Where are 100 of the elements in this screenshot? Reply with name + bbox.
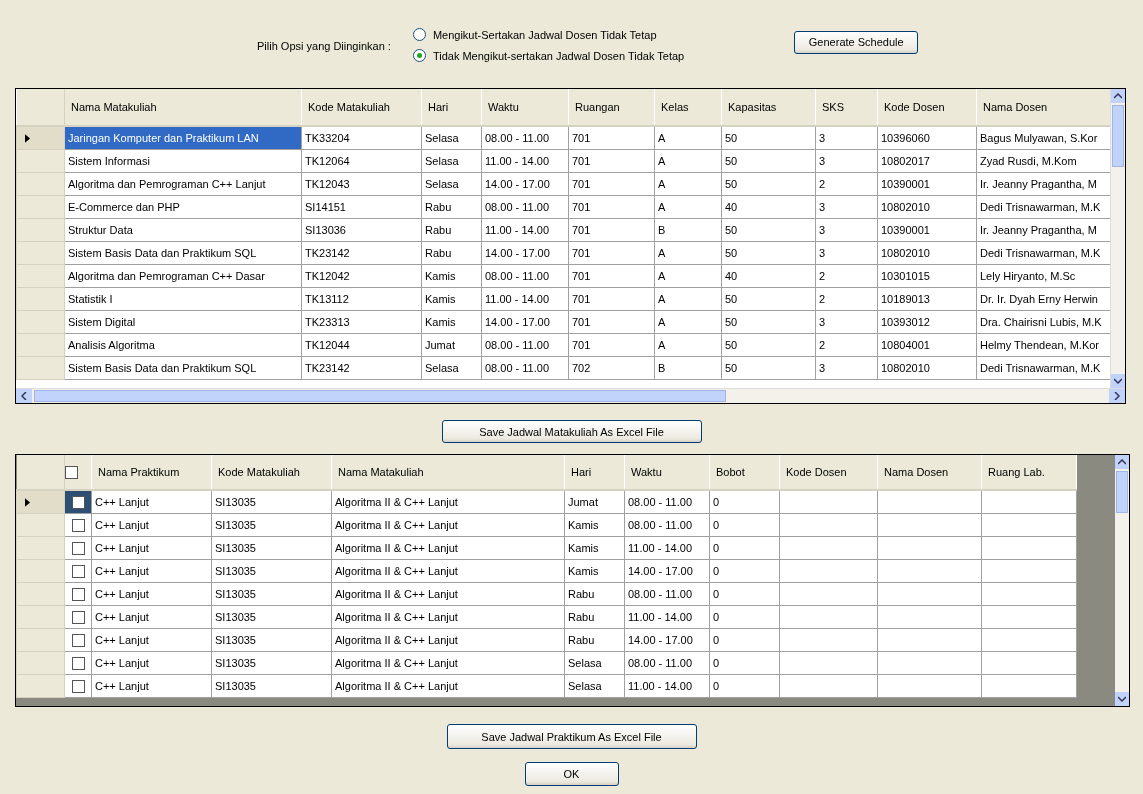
radio-label[interactable]: Mengikut-Sertakan Jadwal Dosen Tidak Tetap bbox=[432, 28, 657, 41]
column-header[interactable]: Kapasitas bbox=[721, 89, 816, 126]
generate-schedule-button[interactable]: Generate Schedule bbox=[794, 30, 919, 54]
column-header[interactable]: Nama Dosen bbox=[976, 89, 1110, 126]
checkbox[interactable] bbox=[71, 656, 85, 670]
checkbox[interactable] bbox=[71, 518, 85, 532]
table-cell: C++ Lanjut bbox=[91, 513, 212, 537]
row-header[interactable] bbox=[16, 172, 65, 196]
scroll-up-icon[interactable] bbox=[1118, 459, 1126, 465]
save-practicum-schedule-button[interactable]: Save Jadwal Praktikum As Excel File bbox=[446, 724, 697, 749]
scroll-right-icon[interactable] bbox=[1114, 392, 1120, 400]
table-cell: TK12043 bbox=[301, 172, 422, 196]
table-cell: Dedi Trisnawarman, M.K bbox=[976, 195, 1110, 219]
table-cell: Dedi Trisnawarman, M.K bbox=[976, 356, 1110, 380]
column-header[interactable]: Kode Matakuliah bbox=[211, 455, 332, 490]
row-header[interactable] bbox=[16, 310, 65, 334]
checkbox[interactable] bbox=[71, 541, 85, 555]
table-cell: TK33204 bbox=[301, 126, 422, 150]
table-cell: Algoritma II & C++ Lanjut bbox=[331, 582, 565, 606]
row-header[interactable] bbox=[16, 559, 65, 583]
column-header[interactable]: Hari bbox=[421, 89, 482, 126]
column-header[interactable]: Ruangan bbox=[568, 89, 655, 126]
row-header[interactable] bbox=[16, 628, 65, 652]
table-cell: TK12042 bbox=[301, 264, 422, 288]
table-cell: Sistem Informasi bbox=[64, 149, 302, 173]
table-cell: Struktur Data bbox=[64, 218, 302, 242]
row-header[interactable] bbox=[16, 195, 65, 219]
row-header[interactable] bbox=[16, 536, 65, 560]
table-cell: C++ Lanjut bbox=[91, 559, 212, 583]
column-header[interactable]: Kode Matakuliah bbox=[301, 89, 422, 126]
row-header[interactable] bbox=[16, 490, 65, 514]
column-header[interactable]: Bobot bbox=[709, 455, 780, 490]
table-cell: SI14151 bbox=[301, 195, 422, 219]
row-header[interactable] bbox=[16, 513, 65, 537]
radio-button[interactable] bbox=[412, 28, 426, 41]
table-cell: TK23313 bbox=[301, 310, 422, 334]
row-header[interactable] bbox=[16, 264, 65, 288]
table-cell: Zyad Rusdi, M.Kom bbox=[976, 149, 1110, 173]
radio-button[interactable] bbox=[412, 49, 426, 62]
column-header[interactable]: Ruang Lab. bbox=[981, 455, 1077, 490]
scroll-down-icon[interactable] bbox=[1118, 696, 1126, 702]
checkbox[interactable] bbox=[71, 610, 85, 624]
table-cell: SI13035 bbox=[211, 651, 332, 675]
table-cell: Algoritma II & C++ Lanjut bbox=[331, 605, 565, 629]
scroll-thumb[interactable] bbox=[1112, 105, 1124, 167]
radio-label[interactable]: Tidak Mengikut-sertakan Jadwal Dosen Tidak Tetap bbox=[432, 49, 685, 62]
row-header[interactable] bbox=[16, 218, 65, 242]
checkbox[interactable] bbox=[71, 633, 85, 647]
column-header[interactable]: Nama Matakuliah bbox=[331, 455, 565, 490]
column-header[interactable]: Waktu bbox=[481, 89, 569, 126]
table-cell: Dr. Ir. Dyah Erny Herwin bbox=[976, 287, 1110, 311]
checkbox[interactable] bbox=[71, 679, 85, 693]
table-cell: Ir. Jeanny Pragantha, M bbox=[976, 218, 1110, 242]
row-header[interactable] bbox=[16, 605, 65, 629]
table-cell: C++ Lanjut bbox=[91, 582, 212, 606]
column-header[interactable]: Kode Dosen bbox=[779, 455, 878, 490]
table-cell: C++ Lanjut bbox=[91, 605, 212, 629]
column-header[interactable]: SKS bbox=[815, 89, 878, 126]
row-header[interactable] bbox=[16, 333, 65, 357]
table-cell: Ir. Jeanny Pragantha, M bbox=[976, 172, 1110, 196]
table-cell: SI13035 bbox=[211, 490, 332, 514]
save-course-schedule-button[interactable]: Save Jadwal Matakuliah As Excel File bbox=[441, 420, 702, 443]
table-cell: SI13035 bbox=[211, 674, 332, 698]
table-cell: E-Commerce dan PHP bbox=[64, 195, 302, 219]
scroll-left-icon[interactable] bbox=[21, 392, 27, 400]
table-cell: TK12064 bbox=[301, 149, 422, 173]
table-cell: Algoritma II & C++ Lanjut bbox=[331, 674, 565, 698]
column-header[interactable]: Kelas bbox=[654, 89, 722, 126]
table-cell: C++ Lanjut bbox=[91, 536, 212, 560]
row-header[interactable] bbox=[16, 149, 65, 173]
scroll-thumb[interactable] bbox=[34, 390, 726, 402]
table-cell: Algoritma dan Pemrograman C++ Dasar bbox=[64, 264, 302, 288]
row-header[interactable] bbox=[16, 356, 65, 380]
table-cell: Sistem Basis Data dan Praktikum SQL bbox=[64, 241, 302, 265]
checkbox[interactable] bbox=[71, 587, 85, 601]
table-cell: Analisis Algoritma bbox=[64, 333, 302, 357]
column-header[interactable]: Hari bbox=[564, 455, 625, 490]
ok-button[interactable]: OK bbox=[524, 762, 619, 786]
column-header[interactable]: Nama Dosen bbox=[877, 455, 982, 490]
checkbox[interactable] bbox=[65, 465, 78, 479]
checkbox[interactable] bbox=[71, 495, 85, 509]
checkbox[interactable] bbox=[71, 564, 85, 578]
scroll-down-icon[interactable] bbox=[1114, 378, 1122, 384]
row-header[interactable] bbox=[16, 674, 65, 698]
table-cell: Algoritma II & C++ Lanjut bbox=[331, 513, 565, 537]
scroll-up-icon[interactable] bbox=[1114, 93, 1122, 99]
scroll-thumb[interactable] bbox=[1116, 471, 1128, 513]
table-cell: Statistik I bbox=[64, 287, 302, 311]
column-header[interactable]: Waktu bbox=[624, 455, 710, 490]
row-header[interactable] bbox=[16, 241, 65, 265]
column-header[interactable]: Kode Dosen bbox=[877, 89, 977, 126]
column-header[interactable]: Nama Matakuliah bbox=[64, 89, 302, 126]
row-header[interactable] bbox=[16, 287, 65, 311]
table-cell: Algoritma dan Pemrograman C++ Lanjut bbox=[64, 172, 302, 196]
row-header[interactable] bbox=[16, 651, 65, 675]
row-header[interactable] bbox=[16, 582, 65, 606]
row-header[interactable] bbox=[16, 126, 65, 150]
column-header[interactable]: Nama Praktikum bbox=[91, 455, 212, 490]
horizontal-scrollbar[interactable] bbox=[16, 388, 1125, 403]
vertical-scrollbar[interactable] bbox=[1114, 455, 1129, 706]
